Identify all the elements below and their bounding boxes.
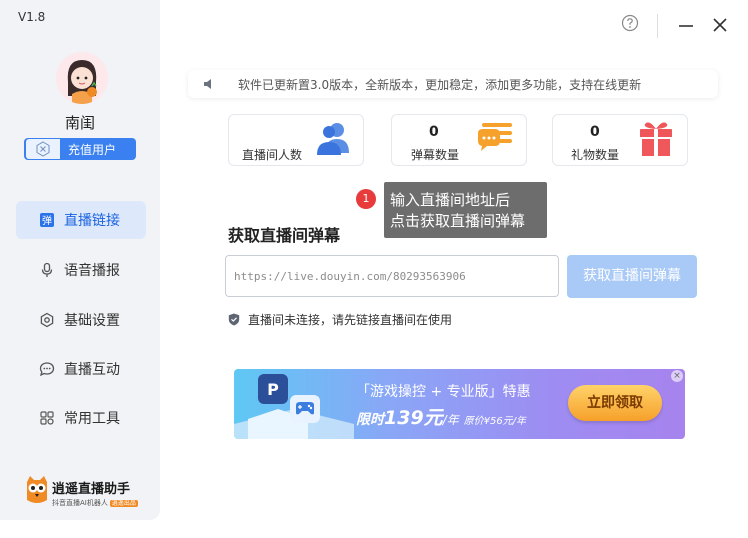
sidebar-item-label: 常用工具 — [64, 411, 120, 427]
username: 南闺 — [64, 114, 95, 132]
sidebar-item-label: 语音播报 — [64, 263, 120, 279]
gift-label: 礼物数量 — [571, 148, 620, 162]
claim-now-button[interactable]: 立即领取 — [568, 385, 662, 421]
minimize-icon — [679, 25, 693, 27]
microphone-icon — [38, 261, 56, 279]
minimize-button[interactable] — [677, 16, 695, 38]
step-tooltip: 输入直播间地址后 点击获取直播间弹幕 — [384, 182, 547, 238]
svg-text:P: P — [267, 380, 279, 399]
sidebar-item-label: 基础设置 — [64, 313, 120, 329]
barrage-bubble-icon — [476, 121, 514, 161]
owl-logo-icon — [24, 474, 50, 506]
promo-title: 「游戏操控 + 专业版」特惠 — [356, 384, 531, 400]
shield-icon — [228, 313, 240, 326]
sidebar-item-tools[interactable]: 常用工具 — [16, 399, 146, 437]
sidebar-item-settings[interactable]: 基础设置 — [16, 301, 146, 339]
promo-limited: 限时 — [356, 412, 384, 428]
barrage-count: 0 — [429, 124, 439, 140]
vip-badge[interactable]: 充值用户 — [24, 138, 136, 160]
window-divider — [657, 14, 658, 38]
stat-gifts: 0 礼物数量 — [552, 114, 688, 166]
sidebar-item-label: 直播互动 — [64, 362, 120, 378]
vip-icon — [26, 139, 60, 159]
svg-text:弹: 弹 — [42, 214, 52, 227]
vip-badge-label: 充值用户 — [68, 143, 117, 157]
sidebar: V1.8 南闺 充值用户 弹 直播链接 语音播报 基础设置 直播互动 常用工具 … — [0, 0, 160, 520]
tooltip-line-1: 输入直播间地址后 — [390, 191, 511, 209]
promo-unit: /年 — [442, 413, 459, 427]
barrage-label: 弹幕数量 — [411, 148, 460, 162]
connection-status-text: 直播间未连接，请先链接直播间在使用 — [248, 313, 453, 327]
fetch-barrage-button[interactable]: 获取直播间弹幕 — [567, 255, 697, 298]
notice-text: 软件已更新置3.0版本，全新版本，更加稳定，添加更多功能，支持在线更新 — [238, 78, 642, 92]
stat-room-count-label: 直播间人数 — [242, 148, 303, 162]
step-badge: 1 — [356, 189, 376, 209]
sidebar-item-label: 直播链接 — [64, 213, 120, 229]
promo-price-line: 限时139元/年 原价¥56元/年 — [356, 403, 526, 430]
promo-illustration: P — [234, 374, 354, 439]
settings-icon — [38, 311, 56, 329]
promo-price: 139元 — [384, 407, 443, 429]
grid-icon — [38, 409, 56, 427]
sidebar-item-voice[interactable]: 语音播报 — [16, 251, 146, 289]
logo-tag: 逍遥出品 — [109, 500, 138, 507]
logo-subtitle: 抖音直播AI机器人 — [52, 499, 108, 507]
barrage-icon: 弹 — [38, 211, 56, 229]
users-icon — [315, 119, 351, 163]
gift-count: 0 — [590, 124, 600, 140]
stat-room-count: 直播间人数 — [228, 114, 364, 166]
app-logo: 逍遥直播助手 抖音直播AI机器人 逍遥出品 — [24, 474, 138, 508]
section-title: 获取直播间弹幕 — [228, 226, 341, 245]
live-url-input[interactable] — [225, 255, 559, 297]
stat-barrage: 0 弹幕数量 — [391, 114, 527, 166]
connection-status: 直播间未连接，请先链接直播间在使用 — [228, 311, 452, 328]
sidebar-item-interaction[interactable]: 直播互动 — [16, 350, 146, 388]
help-button[interactable] — [621, 14, 639, 36]
banner-close-button[interactable]: × — [671, 370, 683, 382]
close-button[interactable] — [711, 16, 729, 38]
app-version: V1.8 — [18, 10, 46, 24]
promo-original-price: 原价¥56元/年 — [463, 416, 527, 427]
close-icon — [713, 18, 727, 32]
promo-banner[interactable]: P 「游戏操控 + 专业版」特惠 限时139元/年 原价¥56元/年 立即领取 … — [234, 369, 685, 439]
avatar[interactable] — [56, 52, 108, 104]
speaker-icon — [202, 77, 216, 94]
help-icon — [621, 14, 639, 32]
notice-bar: 软件已更新置3.0版本，全新版本，更加稳定，添加更多功能，支持在线更新 — [188, 70, 718, 98]
tooltip-line-2: 点击获取直播间弹幕 — [390, 212, 526, 230]
logo-title: 逍遥直播助手 — [52, 482, 131, 497]
chat-icon — [38, 360, 56, 378]
gift-icon — [637, 119, 675, 163]
avatar-image — [56, 52, 108, 104]
sidebar-item-live-link[interactable]: 弹 直播链接 — [16, 201, 146, 239]
